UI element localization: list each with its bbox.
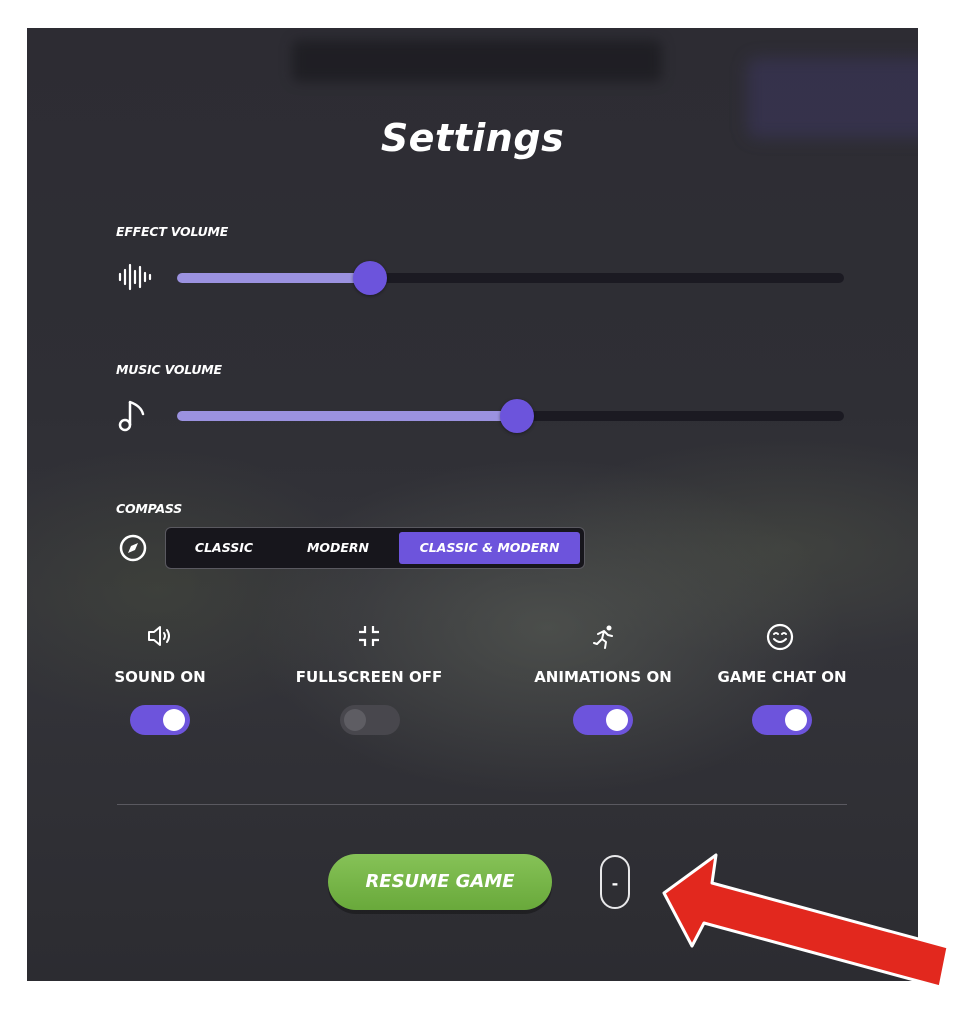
game-chat-toggle[interactable] bbox=[752, 705, 812, 735]
fullscreen-toggle[interactable] bbox=[340, 705, 400, 735]
sound-toggle[interactable] bbox=[130, 705, 190, 735]
resume-game-button[interactable]: RESUME GAME bbox=[328, 854, 552, 910]
effect-volume-fill bbox=[177, 273, 371, 283]
compass-icon bbox=[118, 533, 148, 567]
compass-option-classic-modern[interactable]: CLASSIC & MODERN bbox=[399, 532, 580, 564]
animations-label: ANIMATIONS ON bbox=[534, 668, 672, 686]
sound-wave-icon bbox=[116, 262, 156, 296]
game-chat-label: GAME CHAT ON bbox=[717, 668, 847, 686]
effect-volume-slider[interactable] bbox=[177, 261, 844, 295]
music-volume-fill bbox=[177, 411, 518, 421]
toggle-knob bbox=[785, 709, 807, 731]
compass-option-modern[interactable]: MODERN bbox=[282, 532, 394, 564]
music-volume-label: MUSIC VOLUME bbox=[116, 362, 222, 377]
music-volume-slider[interactable] bbox=[177, 399, 844, 433]
effect-volume-handle[interactable] bbox=[353, 261, 388, 295]
effect-volume-label: EFFECT VOLUME bbox=[116, 224, 229, 239]
compass-option-classic[interactable]: CLASSIC bbox=[172, 532, 276, 564]
settings-panel: Settings EFFECT VOLUME MUSIC VOLUME COMP… bbox=[27, 28, 918, 981]
compass-selector: CLASSIC MODERN CLASSIC & MODERN bbox=[165, 527, 585, 569]
running-person-icon bbox=[592, 624, 618, 654]
compass-label: COMPASS bbox=[116, 501, 183, 516]
divider bbox=[117, 804, 847, 805]
page-title: Settings bbox=[380, 116, 565, 160]
toggle-knob bbox=[606, 709, 628, 731]
background-blur bbox=[292, 40, 662, 82]
animations-toggle[interactable] bbox=[573, 705, 633, 735]
sound-label: SOUND ON bbox=[114, 668, 206, 686]
exit-fullscreen-icon bbox=[357, 624, 381, 652]
toggle-knob bbox=[344, 709, 366, 731]
speaker-icon bbox=[146, 624, 174, 652]
music-volume-handle[interactable] bbox=[500, 399, 535, 433]
red-arrow-annotation bbox=[640, 850, 960, 1004]
fullscreen-label: FULLSCREEN OFF bbox=[295, 668, 443, 686]
toggle-knob bbox=[163, 709, 185, 731]
music-note-icon bbox=[117, 398, 149, 438]
minus-button[interactable]: - bbox=[600, 855, 630, 909]
smiley-icon bbox=[766, 623, 794, 655]
